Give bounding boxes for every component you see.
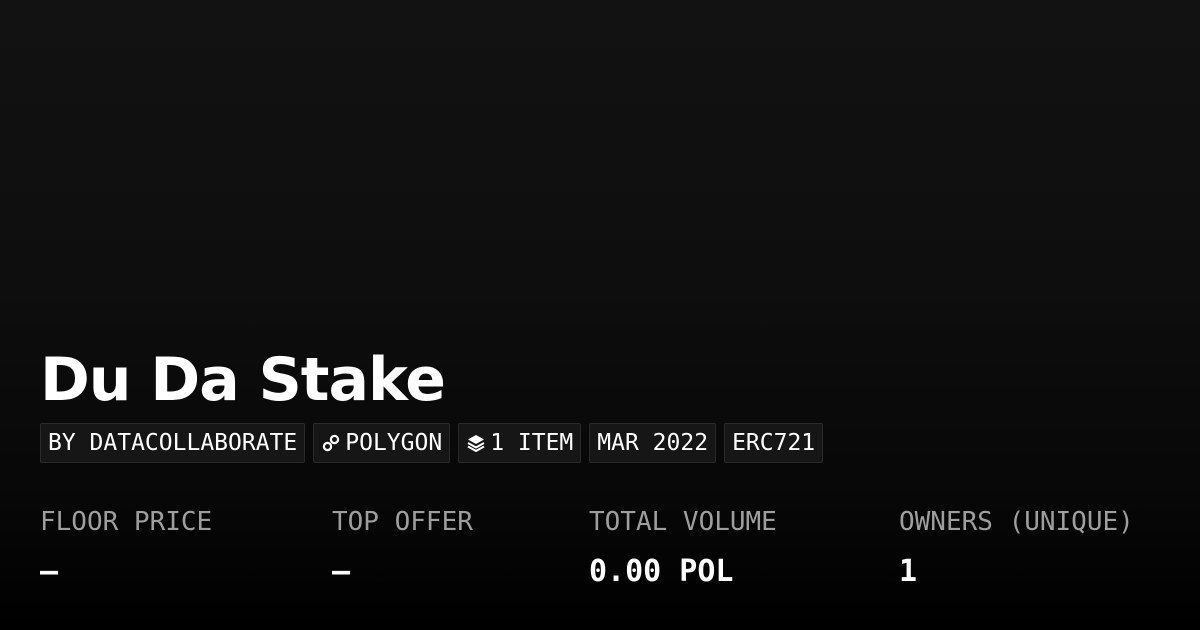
- date-badge: MAR 2022: [589, 423, 717, 463]
- total-volume-stat: TOTAL VOLUME 0.00 POL: [589, 505, 777, 589]
- creator-badge[interactable]: BY DATACOLLABORATE: [40, 423, 306, 463]
- collection-title: Du Da Stake: [40, 345, 446, 415]
- top-offer-value: —: [332, 554, 351, 589]
- top-offer-label: TOP OFFER: [332, 507, 473, 537]
- token-standard-badge: ERC721: [724, 423, 824, 463]
- creator-label: BY DATACOLLABORATE: [48, 430, 298, 456]
- item-count-label: 1 ITEM: [490, 430, 574, 456]
- polygon-link-icon: [321, 433, 341, 453]
- owners-value: 1: [899, 554, 918, 589]
- token-standard-label: ERC721: [732, 430, 816, 456]
- date-label: MAR 2022: [597, 430, 709, 456]
- chain-label: POLYGON: [345, 430, 443, 456]
- floor-price-stat: FLOOR PRICE —: [40, 505, 212, 589]
- top-offer-stat: TOP OFFER —: [332, 505, 473, 589]
- layers-icon: [466, 433, 486, 453]
- item-count-badge: 1 ITEM: [458, 423, 582, 463]
- owners-label: OWNERS (UNIQUE): [899, 507, 1134, 537]
- collection-badges: BY DATACOLLABORATE POLYGON 1 ITEM MAR 20…: [40, 423, 824, 463]
- collection-stats: FLOOR PRICE — TOP OFFER — TOTAL VOLUME 0…: [0, 505, 1200, 615]
- chain-badge[interactable]: POLYGON: [313, 423, 451, 463]
- total-volume-label: TOTAL VOLUME: [589, 507, 777, 537]
- floor-price-value: —: [40, 554, 59, 589]
- total-volume-value: 0.00 POL: [589, 554, 734, 589]
- owners-stat: OWNERS (UNIQUE) 1: [899, 505, 1134, 589]
- floor-price-label: FLOOR PRICE: [40, 507, 213, 537]
